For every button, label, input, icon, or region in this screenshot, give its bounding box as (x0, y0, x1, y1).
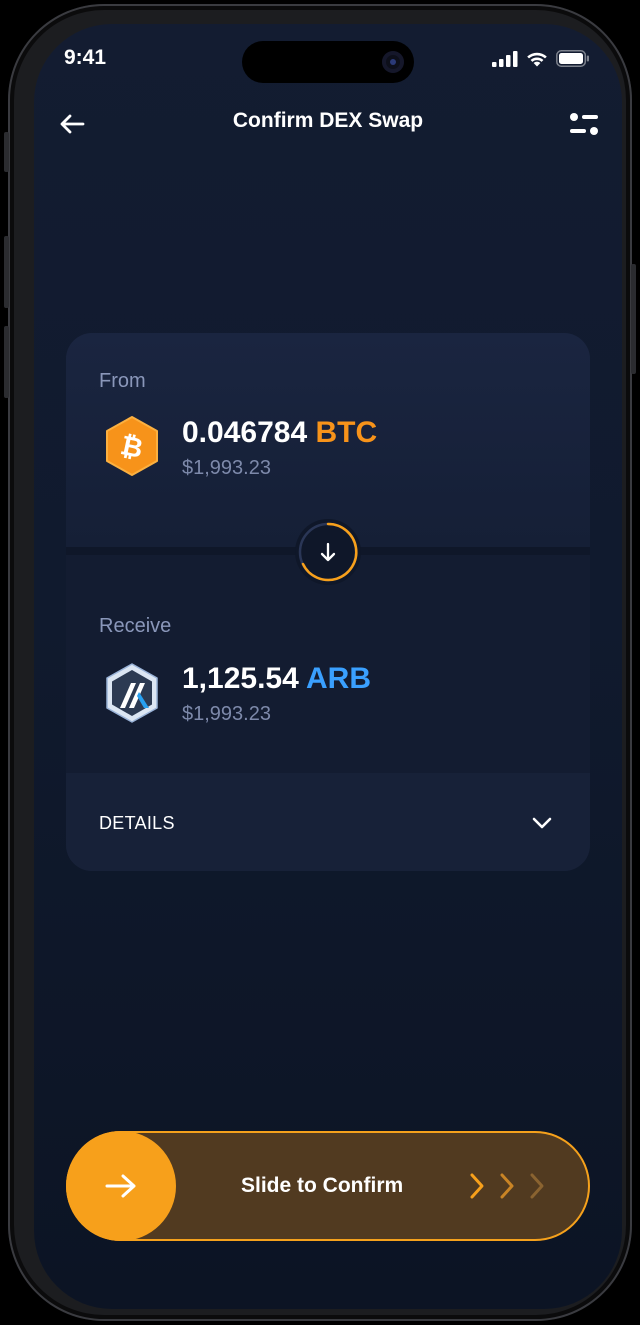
receive-symbol: ARB (306, 662, 372, 695)
from-amount: 0.046784 BTC (182, 416, 377, 450)
dynamic-island (242, 41, 414, 83)
phone-frame: 9:41 Confirm DEX Swap From ₿ 0.046784 BT… (4, 4, 636, 1321)
btc-token-icon: ₿ (106, 416, 158, 476)
swap-direction[interactable] (295, 519, 361, 585)
from-amount-value: 0.046784 (182, 416, 308, 449)
chevron-down-icon[interactable] (530, 811, 554, 835)
details-label: DETAILS (99, 813, 175, 833)
camera-icon (382, 51, 404, 73)
receive-amount-value: 1,125.54 (182, 662, 299, 695)
status-icons (492, 50, 590, 67)
receive-amount: 1,125.54 ARB (182, 662, 371, 696)
from-fiat: $1,993.23 (182, 457, 271, 479)
receive-label: Receive (99, 615, 172, 637)
from-symbol: BTC (315, 416, 378, 449)
slider-chevrons (466, 1171, 548, 1201)
status-time: 9:41 (64, 46, 107, 69)
action-button (4, 132, 9, 172)
arrow-down-icon (320, 542, 336, 562)
slider-knob[interactable] (66, 1131, 176, 1241)
volume-up-button (4, 236, 9, 308)
chevron-right-icon (530, 1173, 544, 1199)
receive-fiat: $1,993.23 (182, 703, 271, 725)
from-label: From (99, 370, 146, 392)
screen: 9:41 Confirm DEX Swap From ₿ 0.046784 BT… (34, 24, 622, 1309)
battery-icon (556, 50, 589, 67)
signal-icon (492, 50, 518, 67)
page-title: Confirm DEX Swap (232, 109, 424, 132)
arrow-right-icon (105, 1174, 136, 1198)
chevron-right-icon (500, 1173, 514, 1199)
slide-to-confirm[interactable]: Slide to Confirm (66, 1131, 590, 1241)
settings-button[interactable] (566, 106, 602, 142)
slider-label: Slide to Confirm (241, 1174, 404, 1197)
chevron-right-icon (470, 1173, 484, 1199)
sliders-icon (570, 113, 598, 135)
power-button (631, 264, 636, 374)
wifi-icon (527, 52, 547, 66)
arb-token-icon (106, 663, 158, 723)
volume-down-button (4, 326, 9, 398)
swap-card: From ₿ 0.046784 BTC $1,993.23 Receive 1,… (66, 333, 590, 871)
